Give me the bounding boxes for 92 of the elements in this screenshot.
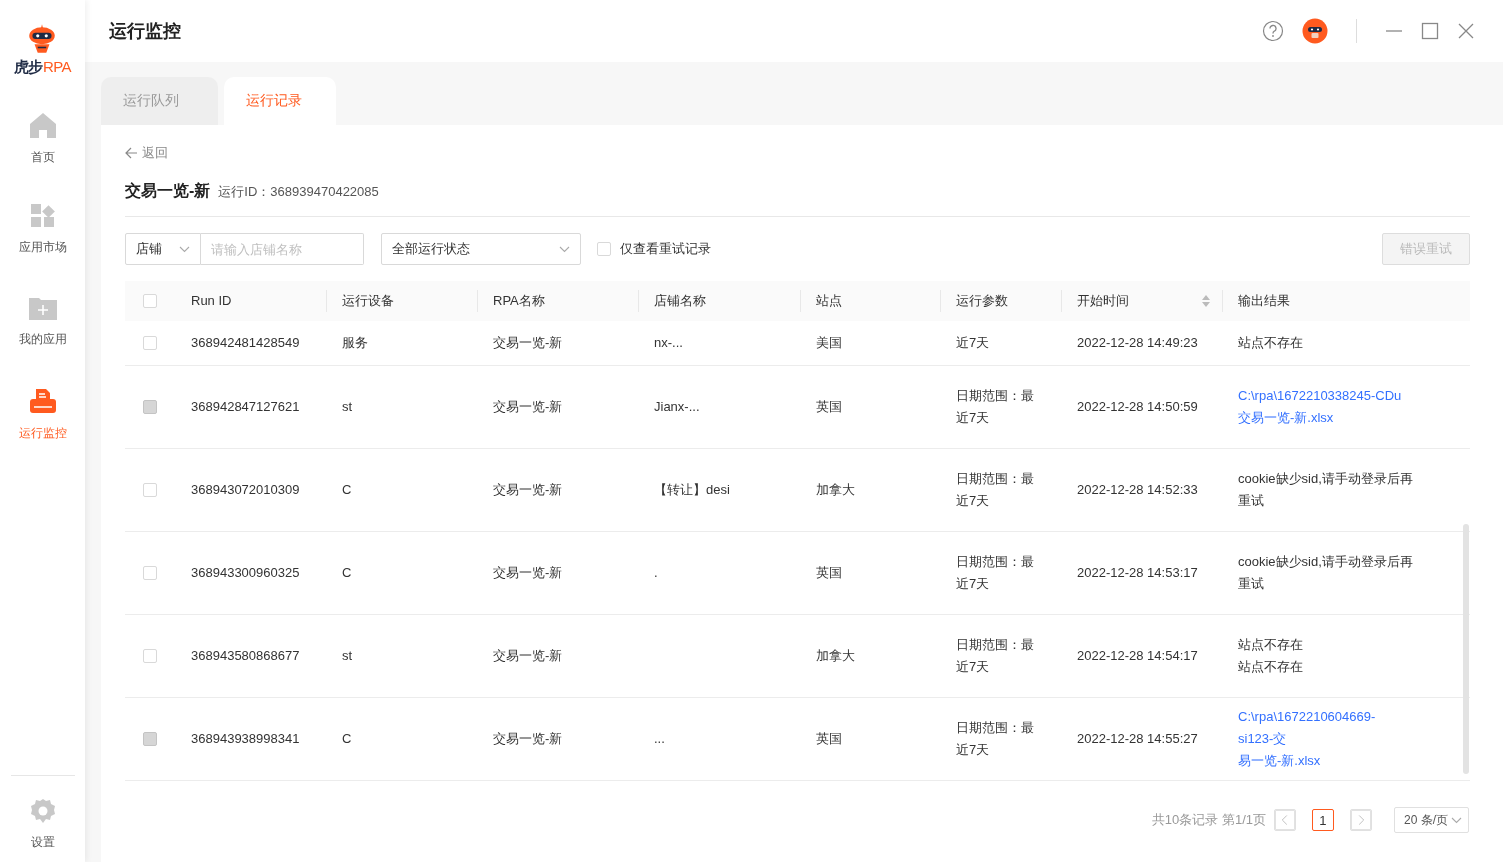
table-cell-text: C bbox=[342, 564, 352, 582]
arrow-left-icon bbox=[125, 147, 138, 159]
table-cell: 交易一览-新 bbox=[493, 731, 563, 746]
table-cell: 交易一览-新 bbox=[493, 399, 563, 414]
sidebar-item[interactable]: 设置 bbox=[0, 792, 85, 862]
table-cell: 英国 bbox=[816, 565, 842, 580]
app-logo-text: 虎步RPA bbox=[13, 58, 72, 77]
table-cell: 加拿大 bbox=[816, 482, 855, 497]
table-cell: 日期范围：最 近7天 bbox=[956, 637, 1034, 674]
column-header: 运行设备 bbox=[342, 292, 394, 310]
table-cell-text: cookie缺少sid,请手动登录后再 重试 bbox=[1238, 553, 1414, 593]
table-cell: 英国 bbox=[816, 731, 842, 746]
page-size-select[interactable]: 20 条/页 bbox=[1394, 807, 1469, 833]
table-cell: 交易一览-新 bbox=[493, 565, 563, 580]
help-icon[interactable] bbox=[1262, 20, 1284, 42]
column-header: RPA名称 bbox=[493, 292, 545, 310]
next-page-icon[interactable] bbox=[1350, 809, 1372, 831]
maximize-icon[interactable] bbox=[1421, 22, 1439, 40]
table-cell: 368943300960325 bbox=[191, 565, 300, 580]
checkbox-label: 仅查看重试记录 bbox=[620, 240, 711, 258]
column-header: 站点 bbox=[816, 292, 842, 310]
chevron-down-icon bbox=[559, 245, 570, 253]
table-cell-text: 站点不存在 bbox=[1238, 334, 1304, 352]
sidebar-item[interactable]: 首页 bbox=[0, 105, 85, 197]
table-cell: 368942481428549 bbox=[191, 335, 300, 350]
select-all-checkbox[interactable] bbox=[143, 294, 157, 308]
table-cell: 交易一览-新 bbox=[493, 648, 563, 663]
page-button[interactable]: 1 bbox=[1312, 809, 1334, 831]
chevron-down-icon bbox=[1451, 816, 1462, 824]
table-cell-text: ... bbox=[654, 730, 665, 748]
table-cell: 2022-12-28 14:53:17 bbox=[1077, 565, 1198, 580]
table-cell-text: st bbox=[342, 647, 353, 665]
table-cell-text: C bbox=[342, 730, 352, 748]
record-count: 共10条记录 第1/1页 bbox=[1151, 811, 1266, 829]
table-cell: 美国 bbox=[816, 335, 842, 350]
table-cell: 交易一览-新 bbox=[493, 482, 563, 497]
column-header: 运行参数 bbox=[956, 292, 1008, 310]
prev-page-icon[interactable] bbox=[1274, 809, 1296, 831]
table-cell: 2022-12-28 14:55:27 bbox=[1077, 731, 1198, 746]
printer-icon bbox=[28, 387, 57, 415]
retry-only-checkbox[interactable] bbox=[597, 242, 611, 256]
store-search-field[interactable]: 请输入店铺名称 bbox=[201, 233, 364, 265]
table-cell: 日期范围：最 近7天 bbox=[956, 471, 1034, 508]
back-link[interactable]: 返回 bbox=[125, 143, 168, 163]
table-cell-text: cookie缺少sid,请手动登录后再 重试 bbox=[1238, 470, 1414, 510]
store-select[interactable]: 店铺 bbox=[125, 233, 201, 265]
table-cell: 交易一览-新 bbox=[493, 335, 563, 350]
settings-icon bbox=[29, 798, 56, 824]
table-cell: 2022-12-28 14:50:59 bbox=[1077, 399, 1198, 414]
sidebar-item[interactable]: 我的应用 bbox=[0, 289, 85, 381]
row-checkbox[interactable] bbox=[143, 649, 157, 663]
table-cell-text: nx-... bbox=[654, 334, 683, 352]
table-cell: 2022-12-28 14:52:33 bbox=[1077, 482, 1198, 497]
row-checkbox[interactable] bbox=[143, 336, 157, 350]
sort-icon[interactable] bbox=[1202, 295, 1210, 307]
table-cell-text: . bbox=[654, 564, 658, 582]
table-cell: 日期范围：最 近7天 bbox=[956, 388, 1034, 425]
home-icon bbox=[28, 111, 57, 139]
table-cell: 加拿大 bbox=[816, 648, 855, 663]
record-title: 交易一览-新 bbox=[125, 181, 211, 201]
avatar-icon[interactable] bbox=[1302, 18, 1328, 44]
table-cell: 日期范围：最 近7天 bbox=[956, 554, 1034, 591]
table-cell: 368942847127621 bbox=[191, 399, 300, 414]
sidebar-item[interactable]: 应用市场 bbox=[0, 197, 85, 289]
table-cell-text: 【转让】desi bbox=[654, 481, 730, 499]
row-checkbox[interactable] bbox=[143, 483, 157, 497]
table-cell-text: st bbox=[342, 398, 353, 416]
table-cell: 2022-12-28 14:49:23 bbox=[1077, 335, 1198, 350]
table-cell: 2022-12-28 14:54:17 bbox=[1077, 648, 1198, 663]
table-cell: 368943938998341 bbox=[191, 731, 300, 746]
window-title: 运行监控 bbox=[109, 20, 182, 43]
table-cell: 368943072010309 bbox=[191, 482, 300, 497]
column-header: 开始时间 bbox=[1077, 292, 1129, 310]
table-cell: 368943580868677 bbox=[191, 648, 300, 663]
row-checkbox[interactable] bbox=[143, 566, 157, 580]
status-select[interactable]: 全部运行状态 bbox=[381, 233, 581, 265]
apps-grid-icon bbox=[29, 203, 56, 229]
table-cell-text: 服务 bbox=[342, 334, 368, 352]
table-cell: 近7天 bbox=[956, 335, 990, 350]
close-icon[interactable] bbox=[1457, 22, 1475, 40]
run-id-label: 运行ID：368939470422085 bbox=[218, 183, 379, 201]
column-header: Run ID bbox=[191, 292, 232, 310]
table-cell-text: C bbox=[342, 481, 352, 499]
chevron-down-icon bbox=[179, 245, 190, 253]
table-cell: 英国 bbox=[816, 399, 842, 414]
scrollbar[interactable] bbox=[1463, 524, 1469, 774]
folder-plus-icon bbox=[27, 295, 58, 321]
table-cell: 日期范围：最 近7天 bbox=[956, 720, 1034, 757]
column-header: 输出结果 bbox=[1238, 292, 1290, 310]
table-cell-text: Jianx-... bbox=[654, 398, 700, 416]
table-cell-text: 站点不存在 站点不存在 bbox=[1238, 636, 1304, 676]
column-header: 店铺名称 bbox=[654, 292, 706, 310]
